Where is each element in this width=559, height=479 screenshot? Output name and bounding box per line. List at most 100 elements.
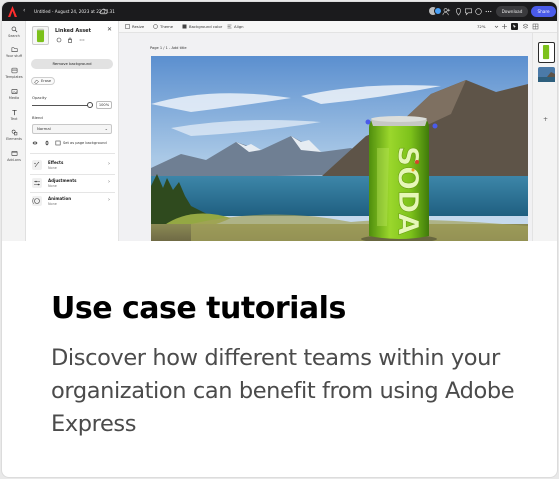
comment-icon[interactable] [464, 7, 473, 16]
chevron-down-icon[interactable] [493, 23, 500, 30]
chevron-right-icon[interactable]: › [108, 161, 110, 167]
theme-label: Theme [160, 24, 174, 29]
text-icon [11, 109, 17, 116]
rail-item-label: Text [10, 117, 18, 121]
add-user-icon[interactable] [442, 7, 451, 16]
folder-icon [11, 47, 17, 52]
align-icon [227, 24, 232, 29]
location-icon[interactable] [454, 7, 463, 16]
opacity-slider-handle[interactable] [87, 102, 93, 108]
lock-icon[interactable] [67, 37, 73, 43]
divider [30, 174, 115, 175]
rail-item-search[interactable]: Search [2, 26, 26, 38]
opacity-label: Opacity [32, 95, 47, 100]
animation-subtitle: None [48, 202, 57, 206]
blend-label: Blend [32, 115, 43, 120]
adobe-express-logo-icon [8, 6, 17, 17]
effects-title[interactable]: Effects [48, 160, 63, 165]
erase-button[interactable]: Erase [31, 77, 55, 85]
rail-item-templates[interactable]: Templates [2, 67, 26, 79]
rail-item-label: Your stuff [6, 54, 22, 58]
select-tool-icon[interactable] [511, 23, 518, 30]
rail-item-elements[interactable]: Elements [2, 129, 26, 141]
canvas-toolbar: Resize Theme Background color Align 72% [119, 21, 557, 33]
effects-icon [32, 160, 42, 170]
can-label-text: SODA [392, 146, 425, 235]
theme-button[interactable]: Theme [153, 24, 173, 29]
cloud-icon [99, 8, 108, 15]
templates-icon [11, 67, 17, 74]
background-color-icon [182, 24, 187, 29]
chevron-right-icon[interactable]: › [108, 179, 110, 185]
page-title[interactable]: Page 1 / 1 - Add title [150, 46, 187, 50]
grid-icon[interactable] [532, 23, 539, 30]
page-background-icon[interactable] [55, 140, 61, 146]
chevron-down-icon: ⌄ [104, 126, 108, 131]
page-thumbnail[interactable] [538, 67, 555, 82]
blend-mode-value: Normal [37, 126, 51, 131]
share-button[interactable]: Share [531, 6, 556, 17]
linked-asset-panel: Linked Asset ✕ Remove background Erase O… [26, 21, 119, 241]
rail-item-label: Templates [5, 75, 23, 79]
rail-item-add-ons[interactable]: Add-ons [2, 150, 26, 162]
align-button[interactable]: Align [227, 24, 244, 29]
theme-icon [153, 24, 158, 29]
replace-icon[interactable] [56, 37, 62, 43]
rail-item-label: Elements [6, 137, 22, 141]
download-button[interactable]: Download [496, 6, 528, 17]
design-canvas[interactable]: SODA [151, 56, 528, 241]
selection-handle[interactable] [432, 123, 438, 129]
blend-mode-select[interactable]: Normal ⌄ [32, 124, 112, 134]
flip-horizontal-icon[interactable] [32, 140, 38, 146]
add-page-icon[interactable]: + [543, 116, 548, 123]
opacity-slider[interactable] [32, 105, 90, 106]
left-rail: Search Your stuff Templates Media Text E… [2, 21, 26, 241]
opacity-value-field[interactable]: 100% [96, 101, 112, 109]
set-page-background-button[interactable]: Set as page background [63, 141, 107, 145]
media-icon [11, 89, 17, 94]
erase-label: Erase [41, 79, 52, 83]
adjustments-subtitle: None [48, 184, 57, 188]
background-color-button[interactable]: Background color [182, 24, 222, 29]
page-thumbnail-selected[interactable] [538, 42, 555, 63]
divider [30, 192, 115, 193]
animation-icon [32, 196, 42, 206]
resize-label: Resize [132, 24, 145, 29]
chevron-right-icon[interactable]: › [108, 197, 110, 203]
background-color-label: Background color [189, 24, 223, 29]
avatar[interactable] [434, 7, 442, 15]
more-icon[interactable] [79, 37, 85, 43]
rail-item-media[interactable]: Media [2, 88, 26, 100]
layers-icon[interactable] [522, 23, 529, 30]
resize-button[interactable]: Resize [125, 24, 144, 29]
back-chevron-icon[interactable]: ‹ [23, 7, 25, 14]
selection-handle[interactable] [365, 119, 371, 125]
remove-background-button[interactable]: Remove background [31, 59, 113, 69]
rail-item-text[interactable]: Text [2, 109, 26, 121]
eraser-icon [34, 79, 39, 84]
rail-item-label: Search [8, 34, 20, 38]
zoom-select[interactable]: 72% [477, 24, 485, 29]
rail-item-label: Media [8, 96, 20, 100]
card-heading: Use case tutorials [51, 291, 346, 326]
lake-mountain-photo: SODA [151, 56, 528, 241]
adjustments-title[interactable]: Adjustments [48, 178, 77, 183]
close-icon[interactable]: ✕ [107, 26, 112, 33]
rail-item-label: Add-ons [7, 158, 21, 162]
asset-thumbnail [32, 26, 49, 45]
resize-icon [125, 24, 130, 29]
chat-icon[interactable] [474, 7, 483, 16]
animation-title[interactable]: Animation [48, 196, 71, 201]
panel-title: Linked Asset [55, 28, 91, 34]
editor-top-bar: ‹ Untitled - August 24, 2023 at 22.17.31… [2, 2, 557, 21]
adjustments-icon [32, 178, 42, 188]
more-icon[interactable] [484, 7, 493, 16]
addons-icon [11, 151, 17, 156]
flip-vertical-icon[interactable] [44, 140, 50, 146]
effects-subtitle: None [48, 166, 57, 170]
align-label: Align [234, 24, 244, 29]
tutorial-card[interactable]: ‹ Untitled - August 24, 2023 at 22.17.31… [1, 1, 558, 478]
rail-item-your-stuff[interactable]: Your stuff [2, 46, 26, 58]
divider [30, 153, 115, 154]
pan-icon[interactable] [501, 23, 508, 30]
